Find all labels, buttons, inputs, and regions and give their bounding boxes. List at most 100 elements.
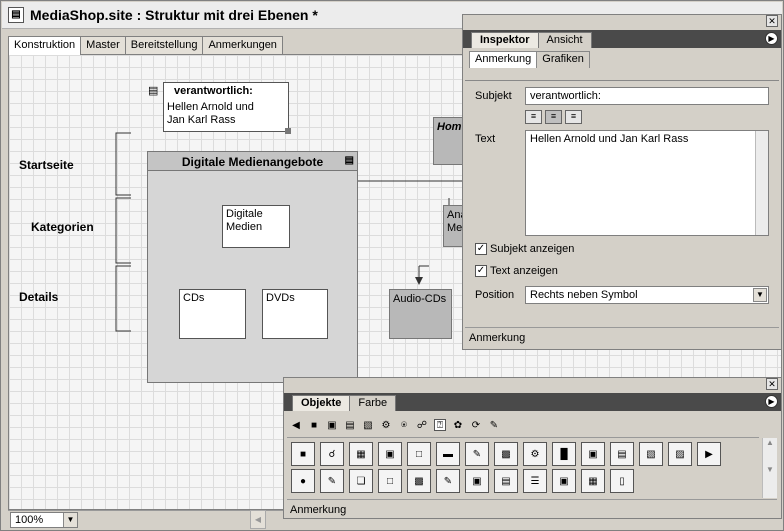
inspector-body: Subjekt verantwortlich: ≡ ≡ ≡ Text Helle… [465, 80, 779, 348]
window-title: MediaShop.site : Struktur mit drei Ebene… [30, 7, 318, 23]
tab-anmerkungen[interactable]: Anmerkungen [202, 36, 283, 55]
objects-row-1: ■ ☌ ▦ ▣ □ ▬ ✎ ▩ ⚙ █ ▣ ▤ ▧ ▨ ▶ [287, 438, 759, 466]
chk-text-anzeigen[interactable]: ✓ Text anzeigen [475, 265, 558, 277]
subtab-grafiken[interactable]: Grafiken [536, 51, 590, 68]
page-object-icon[interactable]: ■ [291, 442, 315, 466]
chevron-down-icon: ▼ [63, 513, 77, 527]
text-page-icon[interactable]: ▬ [436, 442, 460, 466]
layout-icon[interactable]: ▧ [362, 419, 374, 431]
inspector-header: ✕ [463, 15, 781, 30]
gear-icon[interactable]: ⚙ [380, 419, 392, 431]
jsp-icon[interactable]: ✎ [320, 469, 344, 493]
position-select[interactable]: Rechts neben Symbol ▼ [525, 286, 769, 304]
search-page-icon[interactable]: ☌ [320, 442, 344, 466]
inspector-subtabs: Anmerkung Grafiken [463, 51, 781, 68]
node-audio-cds[interactable]: Audio-CDs [389, 289, 452, 339]
list-page-icon[interactable]: ☰ [523, 469, 547, 493]
subjekt-label: Subjekt [475, 90, 512, 102]
align-right-icon[interactable]: ≡ [565, 110, 582, 124]
scroll-left-button[interactable]: ◀ [250, 510, 266, 529]
form-page-icon[interactable]: ▣ [378, 442, 402, 466]
tab-farbe[interactable]: Farbe [349, 395, 397, 411]
inspector-tabs: Inspektor Ansicht ▶ [463, 30, 781, 48]
node-dvds[interactable]: DVDs [262, 289, 328, 339]
lock-page-icon[interactable]: ▣ [465, 469, 489, 493]
script-page-icon[interactable]: ▩ [494, 442, 518, 466]
collapse-icon[interactable]: ▤ [345, 155, 354, 166]
text-label: Text [475, 133, 496, 145]
database-icon[interactable]: █ [552, 442, 576, 466]
zoom-select[interactable]: 100% ▼ [10, 512, 78, 528]
link-icon[interactable]: ☍ [416, 419, 428, 431]
objects-footer-label: Anmerkung [290, 504, 347, 516]
node-cds[interactable]: CDs [179, 289, 246, 339]
zoom-value: 100% [15, 514, 44, 526]
film-icon[interactable]: ▯ [610, 469, 634, 493]
close-icon[interactable]: ✕ [766, 15, 778, 27]
align-left-icon[interactable]: ≡ [525, 110, 542, 124]
checkbox-checked-icon[interactable]: ✓ [475, 265, 487, 277]
cgi-icon[interactable]: ⚙ [523, 442, 547, 466]
tab-master[interactable]: Master [80, 36, 126, 55]
align-buttons: ≡ ≡ ≡ [525, 110, 582, 124]
tab-ansicht[interactable]: Ansicht [537, 32, 592, 48]
document-tabs: Konstruktion Master Bereitstellung Anmer… [8, 36, 283, 55]
inspector-footer: Anmerkung [465, 327, 779, 344]
php-icon[interactable]: ✎ [436, 469, 460, 493]
chk-subjekt-label: Subjekt anzeigen [490, 243, 575, 255]
form-icon[interactable]: ▣ [326, 419, 338, 431]
word-doc-icon[interactable]: ▤ [610, 442, 634, 466]
image-page-icon[interactable]: ▩ [407, 469, 431, 493]
db-page-icon[interactable]: ▦ [349, 442, 373, 466]
objects-grid: ■ ☌ ▦ ▣ □ ▬ ✎ ▩ ⚙ █ ▣ ▤ ▧ ▨ ▶ ● ✎ ❏ □ ▩ … [287, 437, 759, 497]
excel-doc-icon[interactable]: ▧ [639, 442, 663, 466]
java-icon[interactable]: ● [291, 469, 315, 493]
dir-icon[interactable]: ▣ [581, 442, 605, 466]
site-map-icon: ▤ [8, 7, 24, 23]
objects-panel: ✕ Objekte Farbe ▶ ◀ ■ ▣ ▤ ▧ ⚙ ⍟ ☍ ⍰ ✿ ⟳ … [283, 377, 782, 519]
objects-scrollbar[interactable]: ▲ ▼ [762, 438, 777, 498]
objects-footer: Anmerkung [287, 499, 777, 516]
checkbox-checked-icon[interactable]: ✓ [475, 243, 487, 255]
text-area[interactable]: Hellen Arnold und Jan Karl Rass [525, 130, 769, 236]
objects-toolbar: ◀ ■ ▣ ▤ ▧ ⚙ ⍟ ☍ ⍰ ✿ ⟳ ✎ [290, 415, 506, 435]
image-icon[interactable]: ▣ [552, 469, 576, 493]
arrow-left-icon[interactable]: ◀ [290, 419, 302, 431]
pen-icon[interactable]: ✎ [488, 419, 500, 431]
chk-subjekt-anzeigen[interactable]: ✓ Subjekt anzeigen [475, 243, 574, 255]
align-center-icon[interactable]: ≡ [545, 110, 562, 124]
chevron-down-icon[interactable]: ▼ [753, 288, 767, 302]
page-icon[interactable]: ■ [308, 419, 320, 431]
tree-icon[interactable]: ⍟ [398, 419, 410, 431]
subjekt-input[interactable]: verantwortlich: [525, 87, 769, 105]
frame-icon[interactable]: ▤ [344, 419, 356, 431]
blank-page-icon[interactable]: □ [378, 469, 402, 493]
tab-objekte[interactable]: Objekte [292, 395, 351, 411]
window-icon[interactable]: □ [407, 442, 431, 466]
chk-text-label: Text anzeigen [490, 265, 558, 277]
panel-menu-icon[interactable]: ▶ [765, 32, 778, 45]
sitemap-icon[interactable]: ⍰ [434, 419, 446, 431]
group-title[interactable]: Digitale Medienangebote ▤ [147, 151, 358, 171]
text-scrollbar[interactable] [755, 131, 768, 235]
copy-page-icon[interactable]: ❏ [349, 469, 373, 493]
asp-icon[interactable]: ✎ [465, 442, 489, 466]
pdf-doc-icon[interactable]: ▨ [668, 442, 692, 466]
swf-icon[interactable]: ▦ [581, 469, 605, 493]
tab-inspektor[interactable]: Inspektor [471, 32, 539, 48]
group-container[interactable] [147, 151, 358, 383]
node-digitale-medien[interactable]: Digitale Medien [222, 205, 290, 248]
objects-row-2: ● ✎ ❏ □ ▩ ✎ ▣ ▤ ☰ ▣ ▦ ▯ [287, 466, 759, 493]
tab-bereitstellung[interactable]: Bereitstellung [124, 36, 204, 55]
refresh-icon[interactable]: ⟳ [470, 419, 482, 431]
objects-tabs: Objekte Farbe ▶ [284, 393, 781, 411]
subtab-anmerkung[interactable]: Anmerkung [469, 51, 538, 68]
shtml-icon[interactable]: ▤ [494, 469, 518, 493]
inspector-panel: ✕ Inspektor Ansicht ▶ Anmerkung Grafiken… [462, 14, 782, 350]
palette-icon[interactable]: ✿ [452, 419, 464, 431]
position-value: Rechts neben Symbol [530, 289, 638, 301]
panel-menu-icon[interactable]: ▶ [765, 395, 778, 408]
media-icon[interactable]: ▶ [697, 442, 721, 466]
close-icon[interactable]: ✕ [766, 378, 778, 390]
tab-konstruktion[interactable]: Konstruktion [8, 36, 82, 55]
